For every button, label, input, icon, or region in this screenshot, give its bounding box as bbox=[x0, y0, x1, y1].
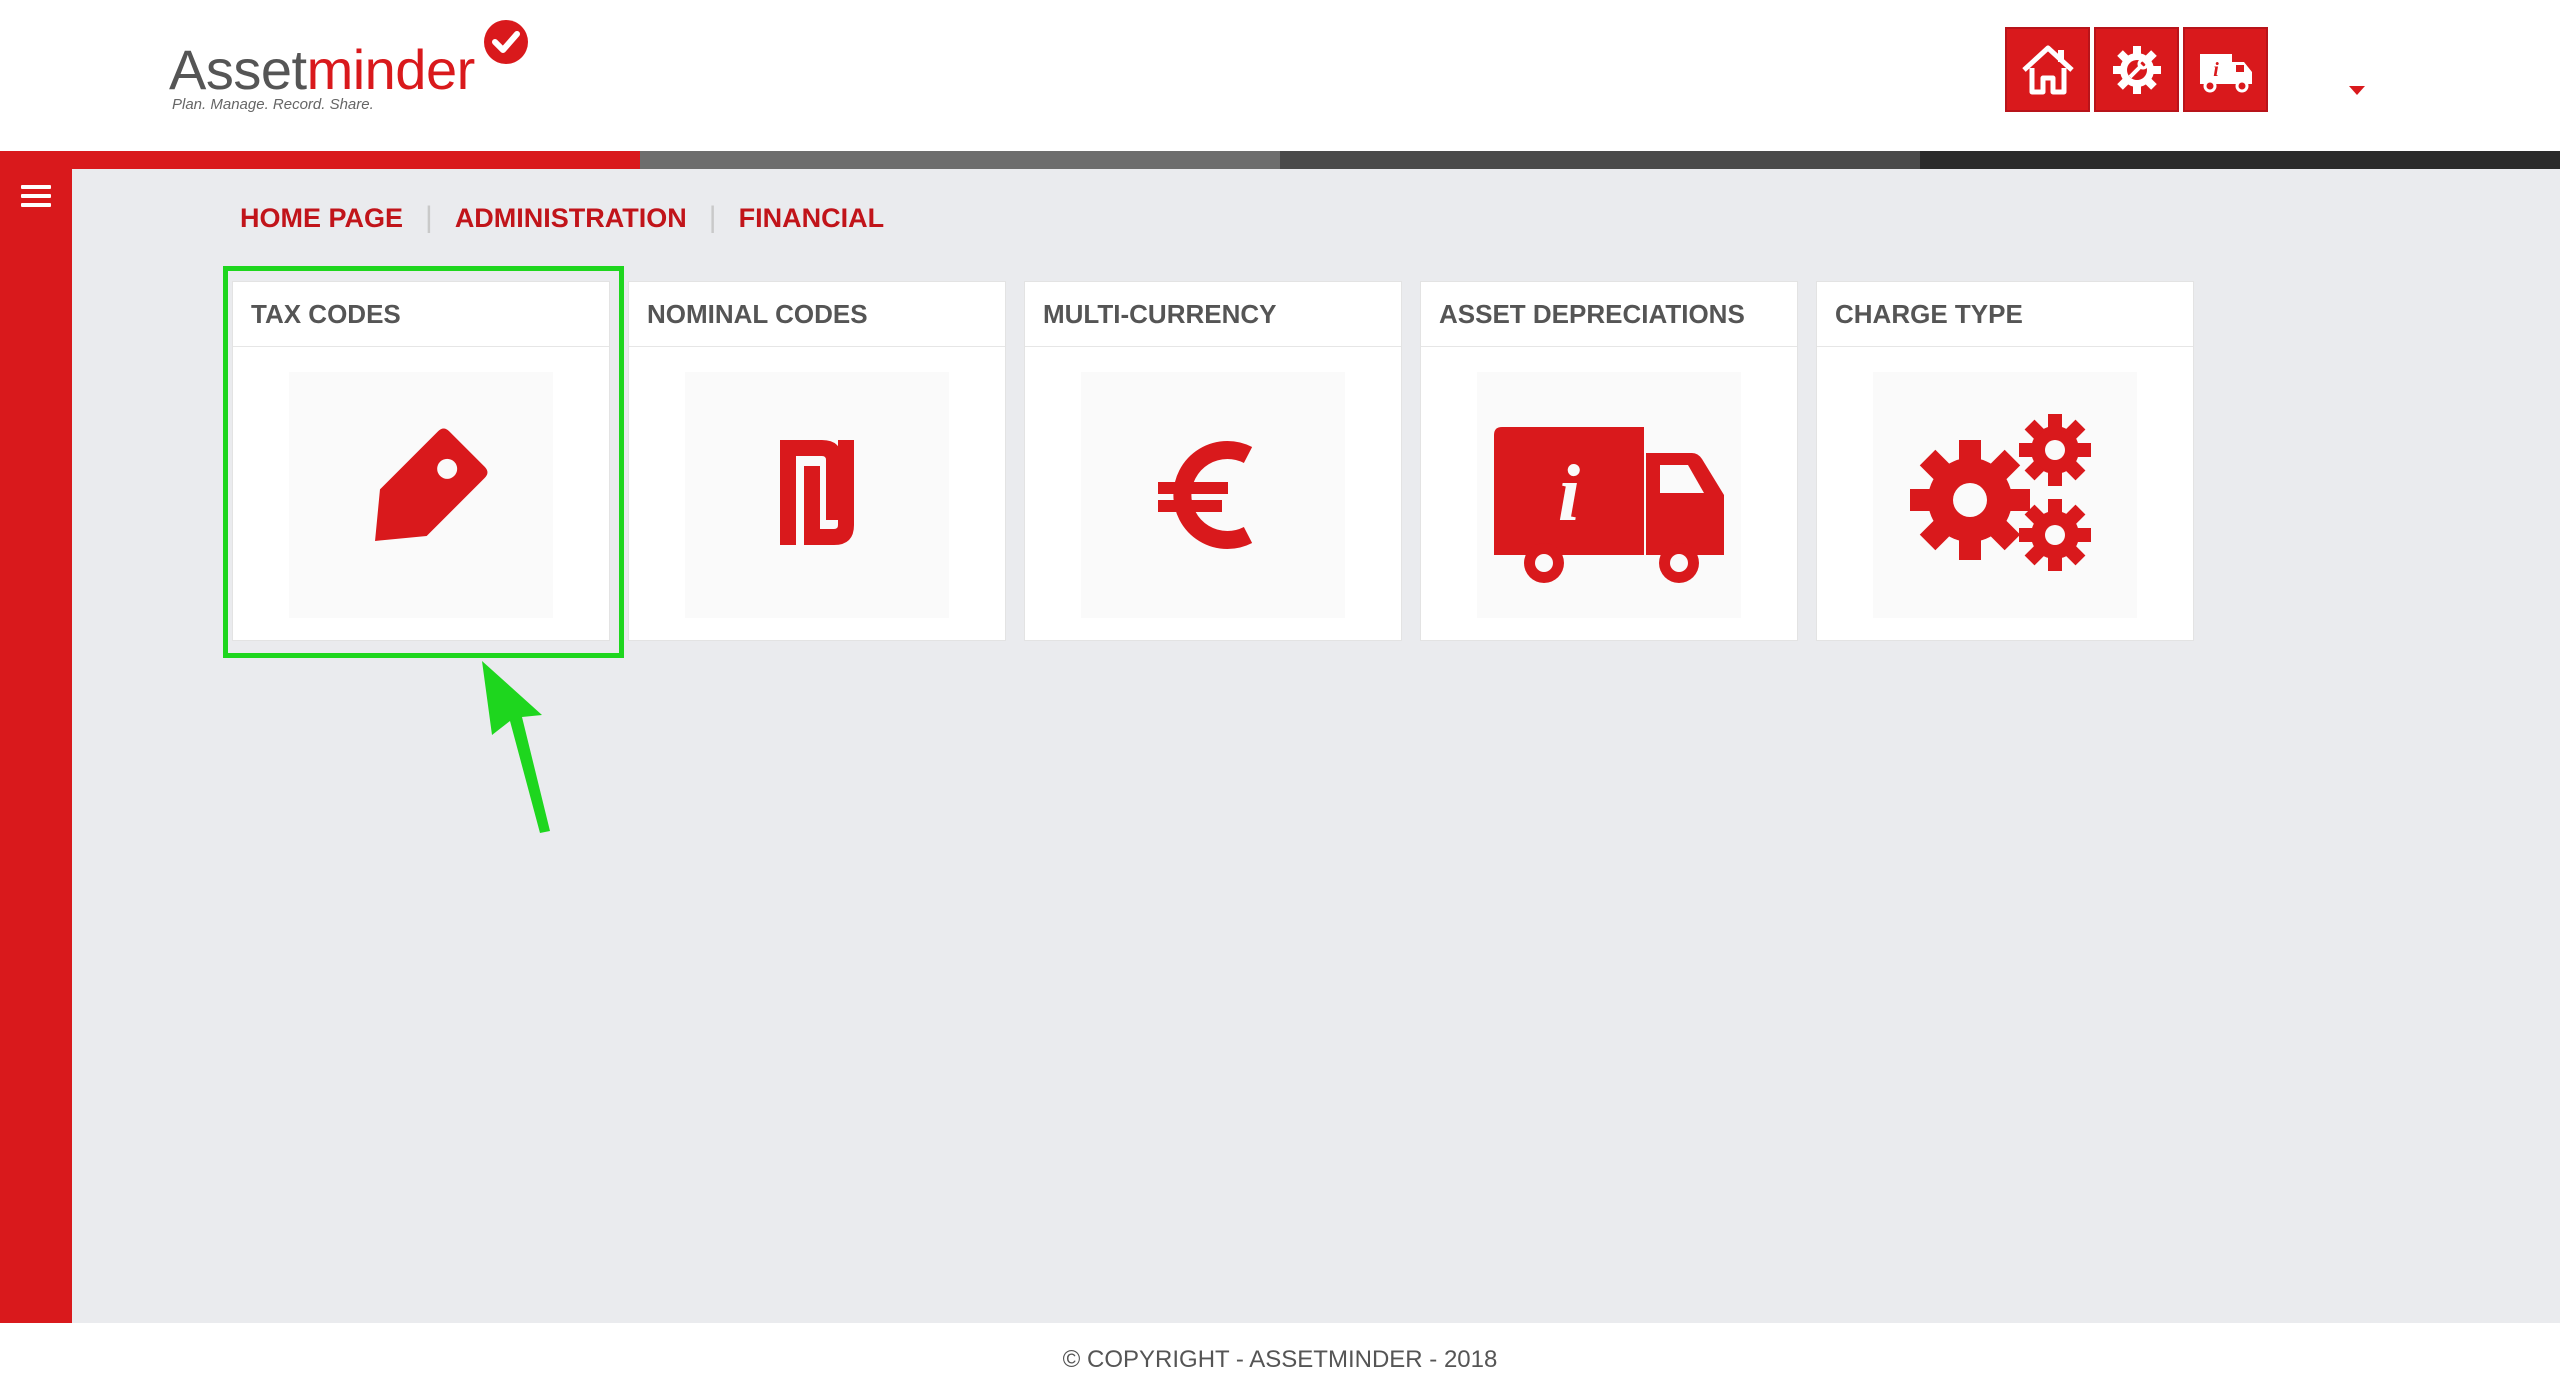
breadcrumb-separator: | bbox=[425, 201, 433, 234]
gears-icon bbox=[1910, 414, 2091, 571]
logo-tagline: Plan. Manage. Record. Share. bbox=[172, 96, 374, 113]
stripe-segment bbox=[0, 151, 640, 169]
tile-title: MULTI-CURRENCY bbox=[1025, 282, 1401, 347]
truck-info-icon: i bbox=[2199, 53, 2252, 92]
euro-icon bbox=[1158, 441, 1253, 549]
svg-text:i: i bbox=[1558, 450, 1580, 538]
tag-icon bbox=[375, 428, 488, 541]
tile-title: TAX CODES bbox=[233, 282, 609, 347]
logo-text-asset: Asset bbox=[169, 38, 307, 101]
stripe-segment bbox=[1280, 151, 1920, 169]
tile-multi-currency[interactable]: MULTI-CURRENCY bbox=[1024, 281, 1402, 641]
stripe-segment bbox=[640, 151, 1280, 169]
home-icon bbox=[2021, 45, 2074, 94]
tile-charge-type[interactable]: CHARGE TYPE bbox=[1816, 281, 2194, 641]
breadcrumb-financial[interactable]: FINANCIAL bbox=[739, 203, 884, 234]
breadcrumb-administration[interactable]: ADMINISTRATION bbox=[455, 203, 687, 234]
breadcrumb-home[interactable]: HOME PAGE bbox=[240, 203, 403, 234]
tile-nominal-codes[interactable]: NOMINAL CODES bbox=[628, 281, 1006, 641]
tile-tax-codes[interactable]: TAX CODES bbox=[232, 281, 610, 641]
tile-title: ASSET DEPRECIATIONS bbox=[1421, 282, 1797, 347]
sidebar bbox=[0, 169, 72, 1323]
breadcrumb-separator: | bbox=[708, 201, 717, 234]
pointer-arrow-icon bbox=[482, 661, 550, 833]
tile-title: CHARGE TYPE bbox=[1817, 282, 2193, 347]
tile-title: NOMINAL CODES bbox=[629, 282, 1005, 347]
main-content: HOME PAGE | ADMINISTRATION | FINANCIAL T… bbox=[72, 169, 2560, 1323]
assets-button[interactable]: i bbox=[2183, 27, 2268, 112]
gear-wrench-icon bbox=[2112, 45, 2161, 94]
svg-text:i: i bbox=[2213, 59, 2219, 81]
tile-asset-depreciations[interactable]: ASSET DEPRECIATIONS i bbox=[1420, 281, 1798, 641]
copyright-text: © COPYRIGHT - ASSETMINDER - 2018 bbox=[1062, 1345, 1498, 1373]
footer: © COPYRIGHT - ASSETMINDER - 2018 bbox=[0, 1323, 2560, 1396]
caret-down-icon[interactable] bbox=[2349, 86, 2365, 95]
hamburger-icon[interactable] bbox=[21, 185, 51, 211]
settings-button[interactable] bbox=[2094, 27, 2179, 112]
home-button[interactable] bbox=[2005, 27, 2090, 112]
truck-info-icon: i bbox=[1494, 427, 1724, 583]
shekel-icon bbox=[780, 440, 854, 545]
checkmark-badge-icon bbox=[484, 20, 528, 64]
assetminder-logo[interactable]: Assetminder Plan. Manage. Record. Share. bbox=[169, 18, 539, 118]
breadcrumb: HOME PAGE | ADMINISTRATION | FINANCIAL bbox=[240, 201, 884, 235]
header-color-stripe bbox=[0, 151, 2560, 169]
stripe-segment bbox=[1920, 151, 2560, 169]
logo-text-minder: minder bbox=[306, 38, 476, 101]
header: Assetminder Plan. Manage. Record. Share. bbox=[0, 0, 2560, 151]
